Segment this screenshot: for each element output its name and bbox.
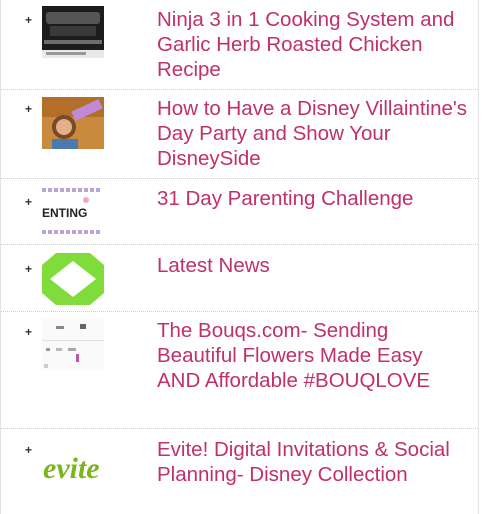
post-link-villaintine-party[interactable]: How to Have a Disney Villaintine's Day P…: [157, 96, 470, 171]
recent-posts-widget: + Ninja 3 in 1 Cooking System and Garlic…: [0, 0, 479, 514]
parenting-thumb-text: ENTING: [42, 206, 87, 220]
post-link-latest-news[interactable]: Latest News: [157, 253, 470, 278]
list-item: + evite Evite! Digital Invitations & Soc…: [1, 429, 478, 514]
bullet-icon: +: [25, 443, 33, 457]
list-item: + ENTING 31 Day Parenting Challenge: [1, 179, 478, 245]
list-item: + Ninja 3 in 1 Cooking System and Garlic…: [1, 0, 478, 90]
bullet-icon: +: [25, 325, 33, 339]
bullet-icon: +: [25, 262, 33, 276]
bouqs-thumbnail[interactable]: [42, 318, 104, 370]
evite-logo-text: evite: [43, 452, 100, 485]
villaintine-party-thumbnail[interactable]: [42, 97, 104, 149]
post-link-bouqs[interactable]: The Bouqs.com- Sending Beautiful Flowers…: [157, 318, 470, 393]
list-item: + How to Have a Disney Villaintine's Day…: [1, 90, 478, 179]
post-link-ninja-cooking[interactable]: Ninja 3 in 1 Cooking System and Garlic H…: [157, 7, 470, 82]
list-item: + Latest News: [1, 245, 478, 312]
parenting-challenge-thumbnail[interactable]: ENTING: [42, 186, 104, 238]
list-item: + The Bouqs.com- Sending Beautiful Flowe…: [1, 312, 478, 429]
latest-news-thumbnail[interactable]: [42, 253, 104, 305]
bullet-icon: +: [25, 102, 33, 116]
bullet-icon: +: [25, 195, 33, 209]
post-link-parenting-challenge[interactable]: 31 Day Parenting Challenge: [157, 186, 470, 211]
recent-posts-list: + Ninja 3 in 1 Cooking System and Garlic…: [1, 0, 478, 514]
evite-logo-thumbnail[interactable]: evite: [42, 442, 104, 494]
bullet-icon: +: [25, 13, 33, 27]
post-link-evite[interactable]: Evite! Digital Invitations & Social Plan…: [157, 437, 470, 487]
ninja-cooking-thumbnail[interactable]: [42, 6, 104, 58]
